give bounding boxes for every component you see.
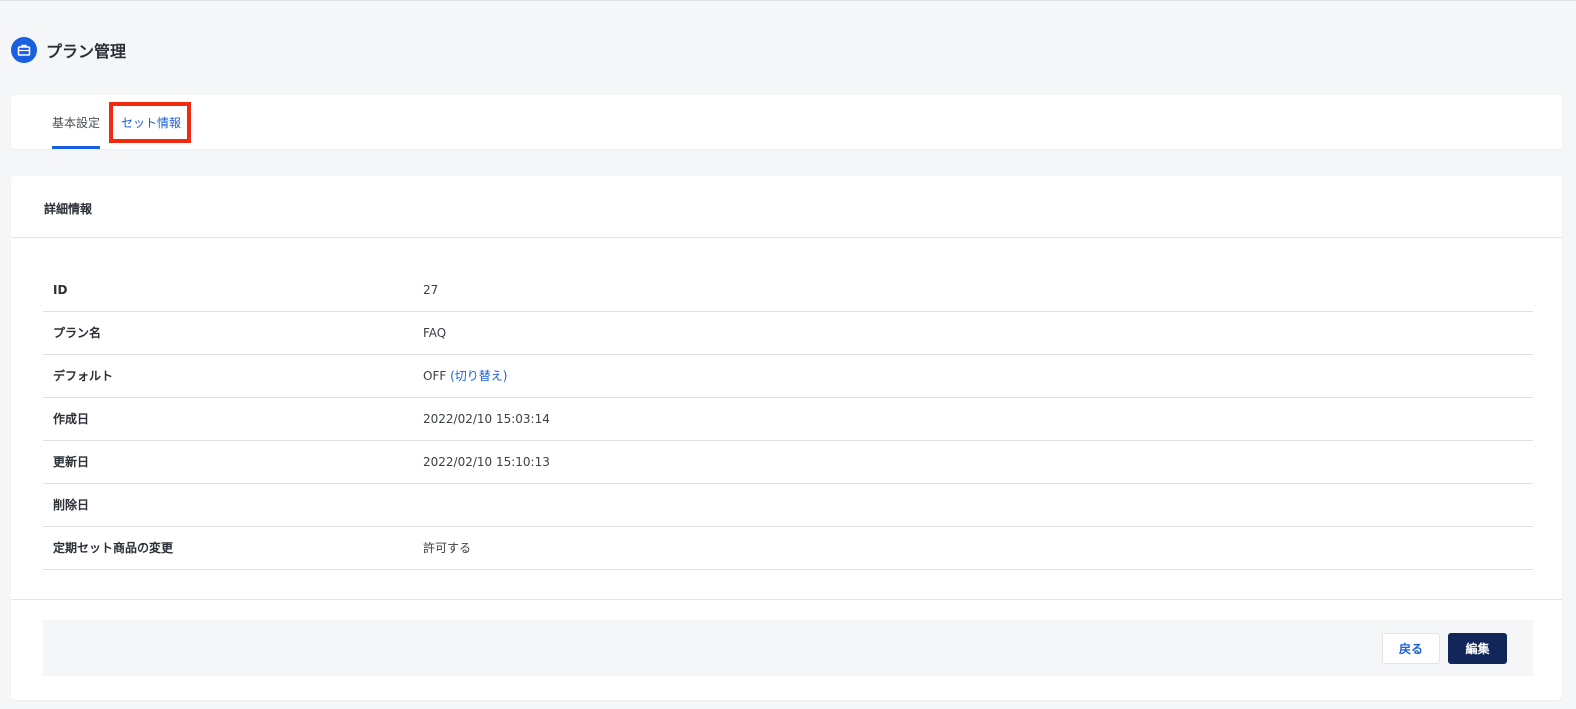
row-value-updated: 2022/02/10 15:10:13 (423, 455, 550, 469)
edit-button[interactable]: 編集 (1448, 633, 1507, 664)
row-value-plan-name: FAQ (423, 326, 447, 340)
row-label-updated: 更新日 (53, 455, 90, 469)
table-row: ID 27 (43, 269, 1533, 312)
row-label-deleted: 削除日 (53, 498, 90, 512)
active-tab-indicator (52, 146, 101, 149)
table-row: プラン名 FAQ (43, 312, 1533, 355)
table-row: 定期セット商品の変更 許可する (43, 527, 1533, 570)
row-value-set-change: 許可する (423, 541, 472, 555)
action-bar: 戻る 編集 (43, 620, 1533, 676)
row-label-plan-name: プラン名 (53, 326, 102, 340)
detail-table: ID 27 プラン名 FAQ デフォルト OFF (切り替え) 作成日 2022… (43, 269, 1533, 570)
row-label-default: デフォルト (53, 369, 114, 383)
row-label-created: 作成日 (53, 412, 90, 426)
detail-card-title: 詳細情報 (44, 202, 93, 216)
top-border (0, 0, 1576, 1)
tab-set-info-label: セット情報 (121, 115, 182, 130)
card-divider (11, 237, 1562, 238)
tab-basic-settings[interactable]: 基本設定 (52, 95, 101, 149)
footer-divider (11, 599, 1562, 600)
row-value-default: OFF (切り替え) (423, 355, 507, 398)
table-row: 作成日 2022/02/10 15:03:14 (43, 398, 1533, 441)
row-value-created: 2022/02/10 15:03:14 (423, 412, 550, 426)
briefcase-icon (11, 37, 37, 63)
row-label-set-change: 定期セット商品の変更 (53, 541, 174, 555)
tab-basic-settings-label: 基本設定 (52, 115, 101, 130)
page-title: プラン管理 (46, 42, 127, 61)
toggle-default-link[interactable]: (切り替え) (450, 369, 507, 383)
tab-set-info[interactable]: セット情報 (121, 95, 181, 149)
default-status: OFF (423, 369, 447, 383)
row-label-id: ID (53, 283, 68, 297)
back-button[interactable]: 戻る (1382, 633, 1440, 664)
tab-bar: 基本設定 セット情報 (11, 95, 1562, 149)
row-value-id: 27 (423, 283, 439, 297)
page-header: プラン管理 (11, 37, 126, 63)
table-row: デフォルト OFF (切り替え) (43, 355, 1533, 398)
table-row: 削除日 (43, 484, 1533, 527)
table-row: 更新日 2022/02/10 15:10:13 (43, 441, 1533, 484)
detail-card: 詳細情報 ID 27 プラン名 FAQ デフォルト OFF (切り替え) 作成日… (11, 176, 1562, 700)
